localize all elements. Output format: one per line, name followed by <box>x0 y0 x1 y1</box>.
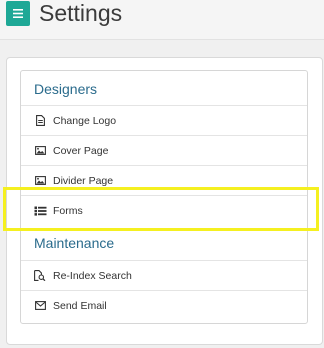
page-title: Settings <box>39 0 123 26</box>
designers-heading: Designers <box>34 81 98 97</box>
change-logo-label: Change Logo <box>53 114 117 127</box>
cover-page-item[interactable]: Cover Page <box>21 135 307 165</box>
image-icon <box>32 146 48 155</box>
change-logo-item[interactable]: Change Logo <box>21 105 307 135</box>
send-email-label: Send Email <box>53 299 107 312</box>
hamburger-menu-icon <box>13 9 23 18</box>
image-icon <box>32 176 48 185</box>
forms-label: Forms <box>53 204 83 217</box>
file-document-icon <box>32 115 48 126</box>
forms-item[interactable]: Forms <box>21 195 307 225</box>
send-email-item[interactable]: Send Email <box>21 290 307 320</box>
file-search-icon <box>32 270 48 281</box>
divider-page-label: Divider Page <box>53 174 114 187</box>
reindex-search-item[interactable]: Re-Index Search <box>21 260 307 290</box>
divider-page-item[interactable]: Divider Page <box>21 165 307 195</box>
reindex-search-label: Re-Index Search <box>53 269 132 282</box>
maintenance-heading: Maintenance <box>34 235 115 251</box>
form-list-icon <box>32 206 48 216</box>
top-bar: Settings <box>0 0 324 40</box>
cover-page-label: Cover Page <box>53 144 109 157</box>
menu-toggle-button[interactable] <box>6 1 30 26</box>
envelope-icon <box>32 301 48 310</box>
